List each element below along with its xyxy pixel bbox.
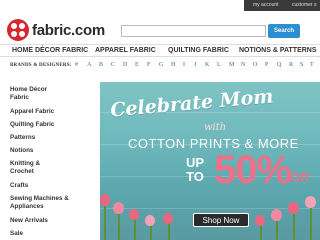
customer-service-link[interactable]: customer s <box>292 2 316 8</box>
banner-up-to: UP TO <box>185 155 205 184</box>
banner-discount-percent: 50% <box>214 148 292 192</box>
sidebar-item-sale[interactable]: Sale <box>10 230 90 238</box>
sidebar-item-notions[interactable]: Notions <box>10 147 90 155</box>
sidebar-item-quilting-fabric[interactable]: Quilting Fabric <box>10 121 90 129</box>
brand-letter-link[interactable]: C <box>111 62 115 68</box>
brand-letter-link[interactable]: I <box>183 62 185 68</box>
site-logo[interactable]: fabric.com <box>7 18 105 42</box>
main-nav: HOME DÉCOR FABRIC APPAREL FABRIC QUILTIN… <box>0 44 320 57</box>
brands-label: BRANDS & DESIGNERS: <box>10 63 72 68</box>
category-sidebar: Home Décor Fabric Apparel Fabric Quiltin… <box>0 82 100 240</box>
brand-letter-link[interactable]: A <box>87 62 91 68</box>
brand-letter-link[interactable]: H <box>171 62 175 68</box>
brand-letter-link[interactable]: B <box>99 62 103 68</box>
search-input[interactable] <box>121 25 266 37</box>
brands-designers-bar: BRANDS & DESIGNERS: # A B C D E F G H I … <box>0 61 320 72</box>
sidebar-item-patterns[interactable]: Patterns <box>10 134 90 142</box>
brand-letter-link[interactable]: R <box>289 62 293 68</box>
banner-off-text: Off <box>290 170 309 185</box>
top-utility-bar: my account customer s <box>0 0 320 11</box>
shop-now-button[interactable]: Shop Now <box>193 213 249 227</box>
brand-letter-link[interactable]: M <box>229 62 234 68</box>
sidebar-item-sewing-machines[interactable]: Sewing Machines & Appliances <box>10 195 74 211</box>
sidebar-item-home-decor-fabric[interactable]: Home Décor Fabric <box>10 86 60 102</box>
logo-spool-icon <box>7 19 29 41</box>
brand-letter-link[interactable]: Q <box>277 62 281 68</box>
nav-apparel-fabric[interactable]: APPAREL FABRIC <box>95 47 156 54</box>
brand-letter-link[interactable]: T <box>310 62 314 68</box>
my-account-link[interactable]: my account <box>253 2 279 8</box>
brand-letter-link[interactable]: F <box>147 62 150 68</box>
sidebar-item-crafts[interactable]: Crafts <box>10 182 90 190</box>
sidebar-item-knitting-crochet[interactable]: Knitting & Crochet <box>10 160 46 176</box>
banner-with-text: with <box>204 122 227 133</box>
brand-letter-link[interactable]: N <box>241 62 245 68</box>
brand-letter-link[interactable]: D <box>123 62 127 68</box>
brand-letter-link[interactable]: E <box>135 62 139 68</box>
brand-letter-link[interactable]: L <box>217 62 221 68</box>
sidebar-item-apparel-fabric[interactable]: Apparel Fabric <box>10 108 90 116</box>
brand-letter-link[interactable]: J <box>194 62 196 68</box>
banner-title: Celebrate Mom <box>109 85 275 122</box>
logo-text: fabric.com <box>32 21 105 39</box>
promo-banner[interactable]: Celebrate Mom with COTTON PRINTS & MORE … <box>100 82 320 240</box>
brand-letter-link[interactable]: S <box>300 62 303 68</box>
brand-letter-link[interactable]: K <box>205 62 209 68</box>
sidebar-item-new-arrivals[interactable]: New Arrivals <box>10 217 90 225</box>
nav-notions-patterns[interactable]: NOTIONS & PATTERNS <box>239 47 317 54</box>
brand-letter-link[interactable]: P <box>265 62 268 68</box>
brand-letter-link[interactable]: O <box>253 62 257 68</box>
nav-home-decor-fabric[interactable]: HOME DÉCOR FABRIC <box>12 47 88 54</box>
brand-letter-link[interactable]: G <box>159 62 163 68</box>
brand-letter-link[interactable]: # <box>75 62 78 68</box>
search-button[interactable]: Search <box>268 24 300 38</box>
nav-quilting-fabric[interactable]: QUILTING FABRIC <box>168 47 229 54</box>
